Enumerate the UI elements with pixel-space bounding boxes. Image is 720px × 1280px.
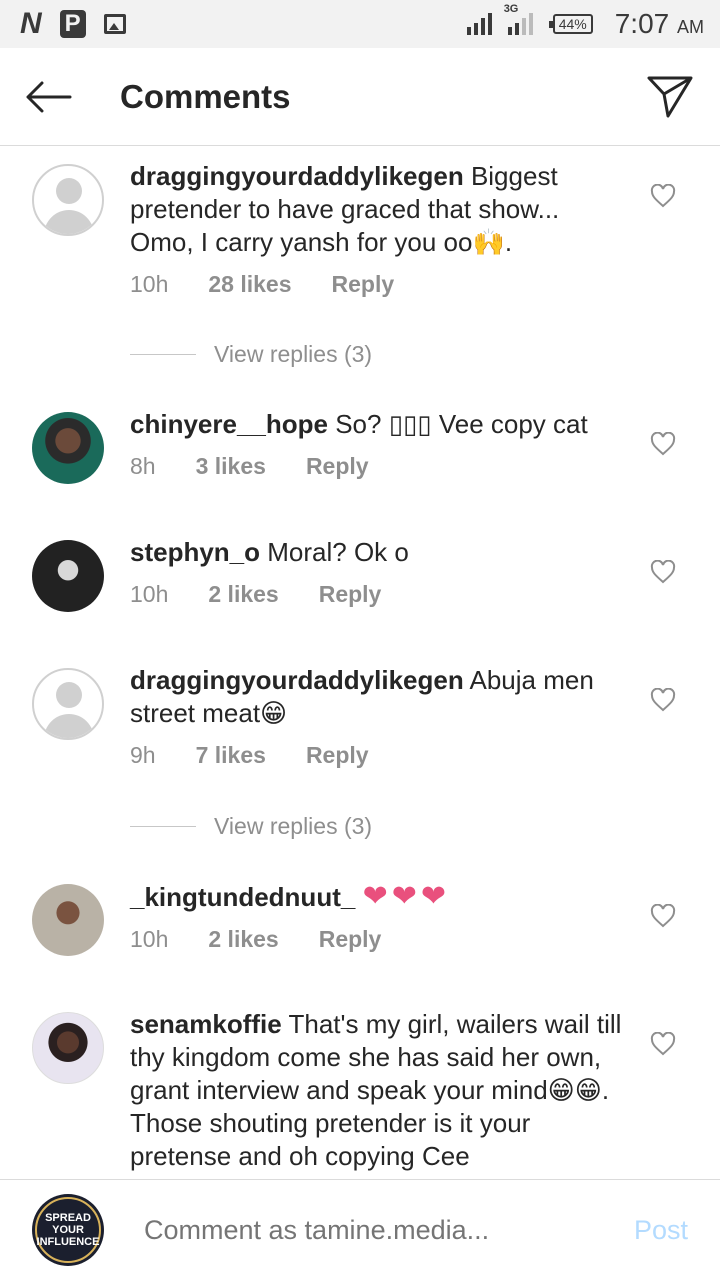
comments-list[interactable]: draggingyourdaddylikegen Biggest pretend… [0, 146, 720, 1179]
reply-button[interactable]: Reply [319, 581, 382, 608]
avatar[interactable] [32, 884, 104, 956]
comment-input[interactable] [144, 1214, 634, 1246]
avatar[interactable] [32, 540, 104, 612]
comment-item: stephyn_o Moral? Ok o 10h 2 likes Reply [0, 536, 720, 612]
comment-time: 8h [130, 453, 156, 479]
comments-header: Comments [0, 48, 720, 146]
comment-item: chinyere__hope So? ▯▯▯ Vee copy cat 8h 3… [0, 408, 720, 484]
hearts-emoji: ❤❤❤ [362, 880, 450, 913]
comment-text: draggingyourdaddylikegen Abuja men stree… [130, 665, 594, 728]
signal-icon [466, 13, 492, 35]
heart-outline-icon[interactable] [650, 688, 676, 712]
comment-meta: 9h 7 likes Reply [130, 742, 630, 769]
avatar[interactable] [32, 412, 104, 484]
username[interactable]: stephyn_o [130, 537, 260, 567]
network-3g-icon: 3G [502, 3, 533, 35]
reply-button[interactable]: Reply [319, 926, 382, 953]
heart-outline-icon[interactable] [650, 184, 676, 208]
view-replies-button[interactable]: View replies (3) [0, 806, 372, 846]
arrow-left-icon [26, 81, 72, 112]
reply-button[interactable]: Reply [306, 742, 369, 769]
username[interactable]: draggingyourdaddylikegen [130, 161, 464, 191]
heart-outline-icon[interactable] [650, 904, 676, 928]
heart-outline-icon[interactable] [650, 560, 676, 584]
comment-text: draggingyourdaddylikegen Biggest pretend… [130, 161, 560, 257]
heart-outline-icon[interactable] [650, 1032, 676, 1056]
comment-text: stephyn_o Moral? Ok o [130, 537, 409, 567]
current-user-avatar: SPREAD YOUR INFLUENCE [32, 1194, 104, 1266]
comment-item: _kingtundednuut_ ❤❤❤ 10h 2 likes Reply [0, 880, 720, 956]
p-app-notification-icon: P [59, 10, 86, 38]
paper-plane-icon [647, 76, 693, 117]
battery-indicator: 44% [548, 14, 593, 34]
likes-count[interactable]: 3 likes [196, 453, 266, 480]
likes-count[interactable]: 7 likes [196, 742, 266, 769]
comment-time: 10h [130, 581, 169, 607]
status-time: 7:07 AM [614, 8, 704, 39]
reply-button[interactable]: Reply [306, 453, 369, 480]
comment-text: senamkoffie That's my girl, wailers wail… [130, 1009, 622, 1171]
status-bar: N P 3G 44% 7:07 AM [0, 0, 720, 48]
comment-time: 10h [130, 271, 169, 297]
page-title: Comments [120, 77, 291, 115]
reply-button[interactable]: Reply [332, 271, 395, 298]
comment-meta: 8h 3 likes Reply [130, 453, 630, 480]
comment-text: _kingtundednuut_ ❤❤❤ [130, 880, 630, 914]
avatar-logo-text: SPREAD YOUR INFLUENCE [36, 1212, 100, 1248]
comment-meta: 10h 2 likes Reply [130, 581, 630, 608]
comment-meta: 10h 28 likes Reply [130, 271, 630, 298]
username[interactable]: chinyere__hope [130, 409, 328, 439]
comment-time: 10h [130, 926, 169, 952]
post-button[interactable]: Post [634, 1215, 688, 1246]
username[interactable]: draggingyourdaddylikegen [130, 665, 464, 695]
divider [130, 353, 196, 355]
comment-composer: SPREAD YOUR INFLUENCE Post [0, 1179, 720, 1280]
username[interactable]: senamkoffie [130, 1009, 282, 1039]
likes-count[interactable]: 2 likes [208, 926, 278, 953]
heart-outline-icon[interactable] [650, 432, 676, 456]
avatar[interactable] [32, 668, 104, 740]
comment-item: draggingyourdaddylikegen Abuja men stree… [0, 664, 720, 769]
likes-count[interactable]: 2 likes [208, 581, 278, 608]
comment-meta: 10h 2 likes Reply [130, 926, 630, 953]
divider [130, 825, 196, 827]
share-direct-button[interactable] [620, 48, 720, 146]
avatar[interactable] [32, 1012, 104, 1084]
news-app-notification-icon: N [20, 7, 42, 40]
comment-item: draggingyourdaddylikegen Biggest pretend… [0, 160, 720, 298]
comment-item: senamkoffie That's my girl, wailers wail… [0, 1008, 720, 1173]
back-button[interactable] [0, 48, 96, 146]
likes-count[interactable]: 28 likes [208, 271, 291, 298]
username[interactable]: _kingtundednuut_ [130, 882, 355, 912]
comment-text: chinyere__hope So? ▯▯▯ Vee copy cat [130, 409, 588, 439]
comment-time: 9h [130, 742, 156, 768]
avatar[interactable] [32, 164, 104, 236]
image-notification-icon [103, 14, 126, 34]
view-replies-button[interactable]: View replies (3) [0, 334, 372, 374]
